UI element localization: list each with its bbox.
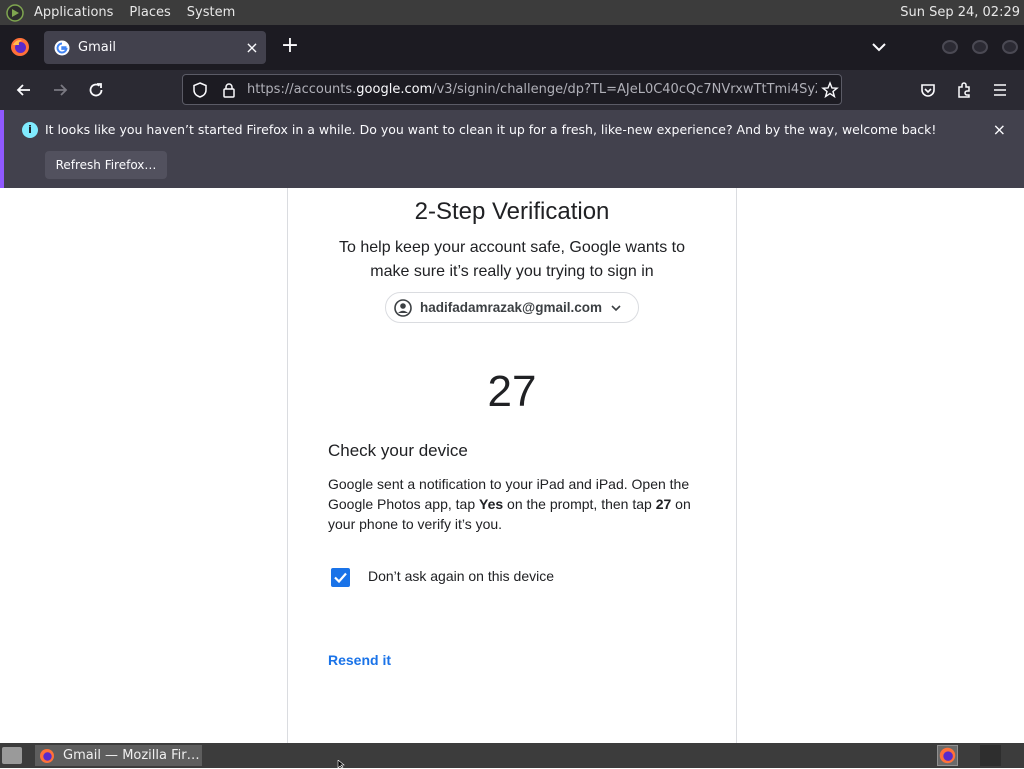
dont-ask-again-checkbox[interactable] <box>331 568 350 587</box>
tab-close-button[interactable]: × <box>242 38 262 57</box>
tab-title: Gmail <box>78 40 116 55</box>
page-content: 2-Step Verification To help keep your ac… <box>0 188 1024 743</box>
refresh-firefox-notification: i It looks like you haven’t started Fire… <box>0 110 1024 188</box>
device-instructions: Google sent a notification to your iPad … <box>328 474 698 534</box>
bookmark-star-icon[interactable] <box>821 80 839 99</box>
info-icon: i <box>22 122 38 138</box>
nav-bar: https://accounts.google.com/v3/signin/ch… <box>0 70 1024 110</box>
forward-arrow-icon[interactable] <box>50 80 70 100</box>
checkmark-icon <box>334 572 347 584</box>
back-arrow-icon[interactable] <box>14 80 34 100</box>
tab-gmail[interactable]: Gmail × <box>44 31 266 64</box>
check-device-heading: Check your device <box>328 441 468 460</box>
url-bar[interactable]: https://accounts.google.com/v3/signin/ch… <box>182 74 842 105</box>
url-domain: google.com <box>356 82 433 97</box>
taskbar-window-label: Gmail — Mozilla Fir… <box>63 748 200 763</box>
system-menu[interactable]: System <box>179 0 243 25</box>
dont-ask-again-label[interactable]: Don’t ask again on this device <box>368 568 554 584</box>
verification-number: 27 <box>487 367 537 416</box>
firefox-icon[interactable] <box>10 37 30 57</box>
extensions-icon[interactable] <box>954 80 974 100</box>
workspace-switcher-1[interactable] <box>937 745 958 766</box>
google-icon <box>54 40 70 55</box>
bottom-panel: Gmail — Mozilla Fir… <box>0 743 1024 768</box>
workspace-switcher-2[interactable] <box>980 745 1001 766</box>
instructions-bold-yes: Yes <box>479 496 504 512</box>
minimize-button[interactable] <box>942 40 958 54</box>
page-title: 2-Step Verification <box>414 198 610 225</box>
signin-card: 2-Step Verification To help keep your ac… <box>287 188 737 743</box>
reload-icon[interactable] <box>86 80 106 100</box>
chevron-down-icon <box>611 304 621 311</box>
lock-icon[interactable] <box>221 82 237 98</box>
mouse-pointer-icon <box>337 760 345 768</box>
url-path: /v3/signin/challenge/dp?TL=AJeL0C40cQc7N… <box>432 82 817 97</box>
instructions-bold-number: 27 <box>655 496 672 512</box>
notification-close-button[interactable]: × <box>993 120 1006 139</box>
page-subtitle: To help keep your account safe, Google w… <box>339 239 685 280</box>
firefox-icon <box>40 748 54 763</box>
tab-strip: Gmail × + <box>0 25 1024 70</box>
shield-icon[interactable] <box>191 81 209 99</box>
show-desktop-icon[interactable] <box>2 747 22 764</box>
account-chip[interactable]: hadifadamrazak@gmail.com <box>385 292 639 323</box>
instructions-text: on the prompt, then tap <box>503 496 656 512</box>
gnome-foot-icon[interactable] <box>6 3 24 22</box>
taskbar-window-firefox[interactable]: Gmail — Mozilla Fir… <box>35 745 202 766</box>
clock[interactable]: Sun Sep 24, 02:29 <box>900 0 1020 25</box>
chevron-down-icon[interactable] <box>870 39 888 55</box>
firefox-icon <box>939 747 956 764</box>
close-window-button[interactable] <box>1002 40 1018 54</box>
maximize-button[interactable] <box>972 40 988 54</box>
hamburger-menu-icon[interactable] <box>990 80 1010 100</box>
url-text[interactable]: https://accounts.google.com/v3/signin/ch… <box>247 82 817 97</box>
top-panel: Applications Places System Sun Sep 24, 0… <box>0 0 1024 25</box>
new-tab-button[interactable]: + <box>280 35 300 59</box>
url-prefix: https://accounts. <box>247 82 357 97</box>
notification-message: It looks like you haven’t started Firefo… <box>45 122 937 137</box>
account-email: hadifadamrazak@gmail.com <box>420 300 602 315</box>
resend-link[interactable]: Resend it <box>328 652 391 668</box>
refresh-firefox-button[interactable]: Refresh Firefox… <box>45 151 167 179</box>
account-circle-icon <box>394 298 412 317</box>
pocket-icon[interactable] <box>918 80 938 100</box>
places-menu[interactable]: Places <box>121 0 178 25</box>
applications-menu[interactable]: Applications <box>30 0 121 25</box>
